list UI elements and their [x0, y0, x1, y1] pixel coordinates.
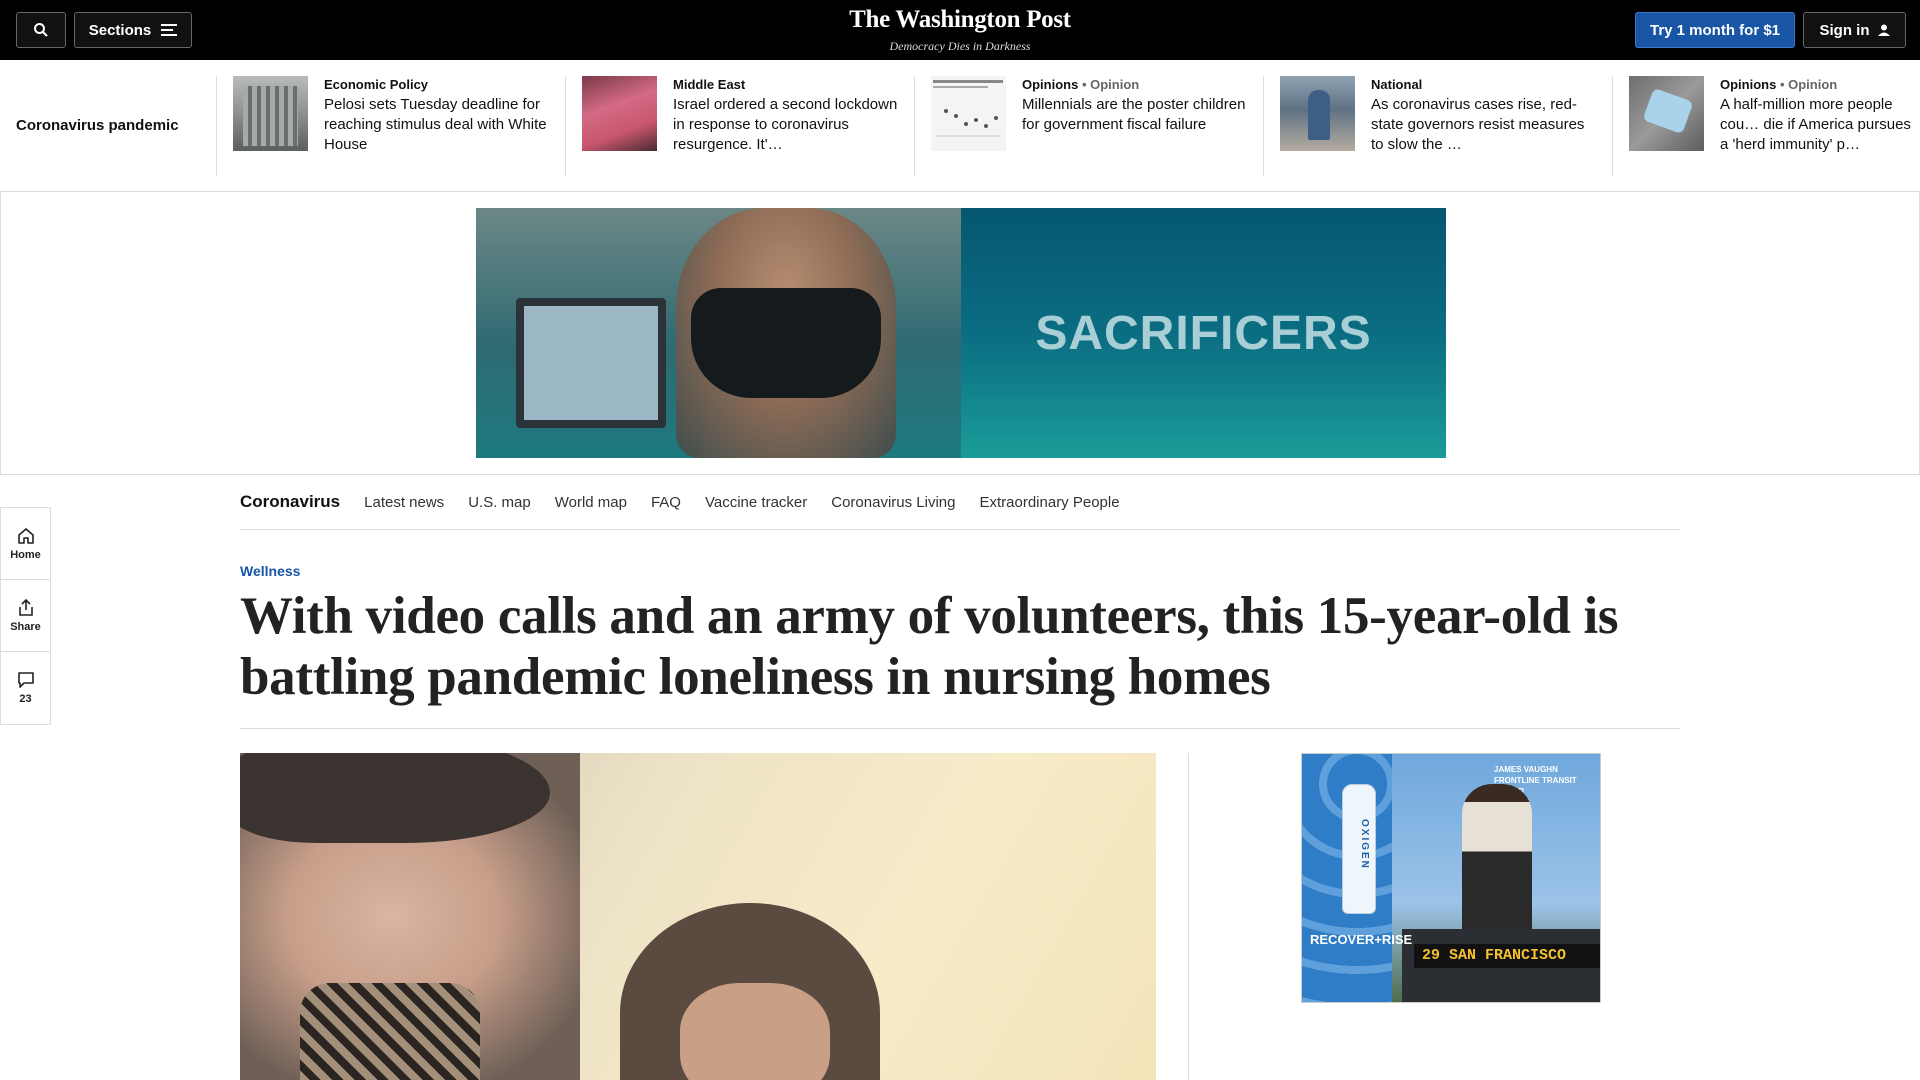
strip-headline[interactable]: As coronavirus cases rise, red-state gov…	[1371, 95, 1601, 155]
strip-headline[interactable]: Pelosi sets Tuesday deadline for reachin…	[324, 95, 554, 155]
strip-thumbnail[interactable]	[1629, 76, 1704, 151]
face-mask-image	[691, 288, 881, 398]
column-divider	[1188, 753, 1189, 1080]
strip-thumbnail[interactable]	[931, 76, 1006, 151]
comment-count: 23	[19, 693, 32, 705]
share-button[interactable]: Share	[1, 580, 50, 652]
strip-item[interactable]: Middle East Israel ordered a second lock…	[565, 76, 914, 176]
user-icon	[1877, 24, 1890, 36]
search-icon	[34, 23, 48, 37]
article-kicker[interactable]: Wellness	[240, 563, 300, 579]
share-label: Share	[10, 620, 41, 633]
photo-hair	[240, 753, 550, 843]
ad-photo	[476, 208, 961, 458]
strip-opinion-label: • Opinion	[1779, 77, 1838, 92]
ad-person-image	[1462, 784, 1532, 934]
section-link-latest-news[interactable]: Latest news	[364, 494, 444, 511]
article-headline: With video calls and an army of voluntee…	[240, 587, 1619, 706]
advertisement-container: SACRIFICERS	[0, 192, 1920, 475]
strip-kicker[interactable]: Economic Policy	[324, 77, 428, 92]
site-logo[interactable]: The Washington Post	[760, 6, 1160, 34]
strip-item[interactable]: Opinions • Opinion A half-million more p…	[1612, 76, 1920, 176]
strip-opinion-label: • Opinion	[1081, 77, 1140, 92]
photo-scarf	[300, 983, 480, 1080]
section-link-vaccine-tracker[interactable]: Vaccine tracker	[705, 494, 807, 511]
strip-thumbnail[interactable]	[582, 76, 657, 151]
strip-headline[interactable]: Israel ordered a second lockdown in resp…	[673, 95, 903, 155]
top-bar: Sections The Washington Post Democracy D…	[0, 0, 1920, 60]
site-tagline: Democracy Dies in Darkness	[889, 39, 1031, 53]
strip-headline[interactable]: Millennials are the poster children for …	[1022, 95, 1252, 135]
ad-brand: OXIGEN	[1359, 819, 1370, 870]
ad-text-panel: SACRIFICERS	[961, 208, 1446, 458]
section-nav-title[interactable]: Coronavirus	[240, 492, 340, 512]
sidebar-advertisement[interactable]: OXIGEN JAMES VAUGHN FRONTLINE TRANSIT DR…	[1301, 753, 1601, 1003]
laptop-image	[516, 298, 666, 428]
comments-button[interactable]: 23	[1, 652, 50, 724]
sign-in-label: Sign in	[1819, 21, 1870, 39]
section-link-coronavirus-living[interactable]: Coronavirus Living	[831, 494, 955, 511]
divider	[240, 728, 1680, 729]
sections-label: Sections	[88, 21, 152, 39]
ad-tagline: RECOVER+RISE	[1310, 932, 1413, 947]
strip-item[interactable]: Opinions • Opinion Millennials are the p…	[914, 76, 1263, 176]
strip-title[interactable]: Coronavirus pandemic	[16, 117, 179, 134]
sections-button[interactable]: Sections	[74, 12, 192, 48]
section-link-extraordinary-people[interactable]: Extraordinary People	[979, 494, 1119, 511]
subscribe-button[interactable]: Try 1 month for $1	[1635, 12, 1795, 48]
lead-photo[interactable]	[240, 753, 1156, 1080]
strip-kicker[interactable]: Opinions	[1720, 77, 1776, 92]
strip-item[interactable]: National As coronavirus cases rise, red-…	[1263, 76, 1612, 176]
photo-face	[680, 983, 830, 1080]
strip-thumbnail[interactable]	[233, 76, 308, 151]
chart-thumbnail-icon	[933, 80, 1003, 137]
strip-headline[interactable]: A half-million more people cou… die if A…	[1720, 95, 1920, 155]
strip-kicker[interactable]: Middle East	[673, 77, 745, 92]
home-button[interactable]: Home	[1, 508, 50, 580]
home-label: Home	[10, 548, 41, 561]
section-link-world-map[interactable]: World map	[555, 494, 627, 511]
comment-icon	[17, 672, 34, 688]
strip-item[interactable]: Economic Policy Pelosi sets Tuesday dead…	[216, 76, 565, 176]
left-rail: Home Share 23	[0, 507, 51, 725]
logo-block[interactable]: The Washington Post Democracy Dies in Da…	[760, 6, 1160, 54]
section-link-faq[interactable]: FAQ	[651, 494, 681, 511]
ad-banner[interactable]: SACRIFICERS	[476, 208, 1446, 458]
menu-icon	[161, 24, 178, 36]
ad-headline: SACRIFICERS	[1035, 306, 1372, 360]
bus-sign: 29 SAN FRANCISCO	[1414, 944, 1600, 968]
story-strip: Coronavirus pandemic Economic Policy Pel…	[0, 60, 1920, 192]
strip-kicker[interactable]: National	[1371, 77, 1422, 92]
ad-person-name: JAMES VAUGHN	[1494, 765, 1558, 774]
home-icon	[17, 527, 34, 544]
section-link-us-map[interactable]: U.S. map	[468, 494, 531, 511]
sign-in-button[interactable]: Sign in	[1803, 12, 1906, 48]
strip-thumbnail[interactable]	[1280, 76, 1355, 151]
search-button[interactable]	[16, 12, 66, 48]
strip-kicker[interactable]: Opinions	[1022, 77, 1078, 92]
share-icon	[18, 598, 33, 616]
section-nav: Coronavirus Latest news U.S. map World m…	[240, 475, 1680, 530]
